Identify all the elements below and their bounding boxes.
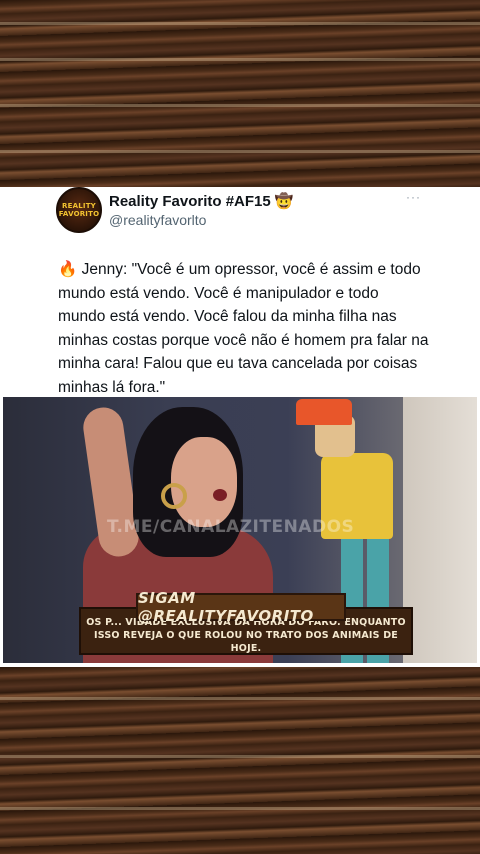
wood-grain xyxy=(0,104,480,107)
more-options-icon[interactable]: ··· xyxy=(406,190,421,204)
display-name[interactable]: Reality Favorito #AF15 🤠 xyxy=(109,192,294,210)
follow-banner-text: SIGAM @REALITYFAVORITO xyxy=(138,589,314,625)
wood-grain xyxy=(0,150,480,153)
avatar-text-line2: FAVORITO xyxy=(58,210,100,218)
fire-icon: 🔥 xyxy=(58,260,78,278)
follow-banner: SIGAM @REALITYFAVORITO xyxy=(136,589,346,625)
wood-grain xyxy=(0,755,480,758)
wood-background-bottom xyxy=(0,667,480,854)
person-face xyxy=(171,437,237,527)
wood-background-top xyxy=(0,0,480,187)
post-text: 🔥 Jenny: "Você é um opressor, você é ass… xyxy=(58,258,430,399)
embedded-video[interactable]: T.ME/CANALAZITENADOS OS P... VIDADE EXCL… xyxy=(3,397,477,663)
wood-grain xyxy=(0,807,480,810)
puppet-hat xyxy=(296,399,352,425)
wood-grain xyxy=(0,697,480,700)
wood-grain xyxy=(0,22,480,25)
video-watermark: T.ME/CANALAZITENADOS xyxy=(107,517,355,537)
profile-avatar[interactable]: REALITY FAVORITO xyxy=(56,187,102,233)
avatar-text-line1: REALITY xyxy=(62,202,96,210)
studio-wall xyxy=(403,397,477,663)
post-body: Jenny: "Você é um opressor, você é assim… xyxy=(58,261,429,396)
person-mouth xyxy=(213,489,227,501)
earring xyxy=(161,483,187,509)
user-handle[interactable]: @realityfavorlto xyxy=(109,212,206,228)
wood-grain xyxy=(0,58,480,61)
